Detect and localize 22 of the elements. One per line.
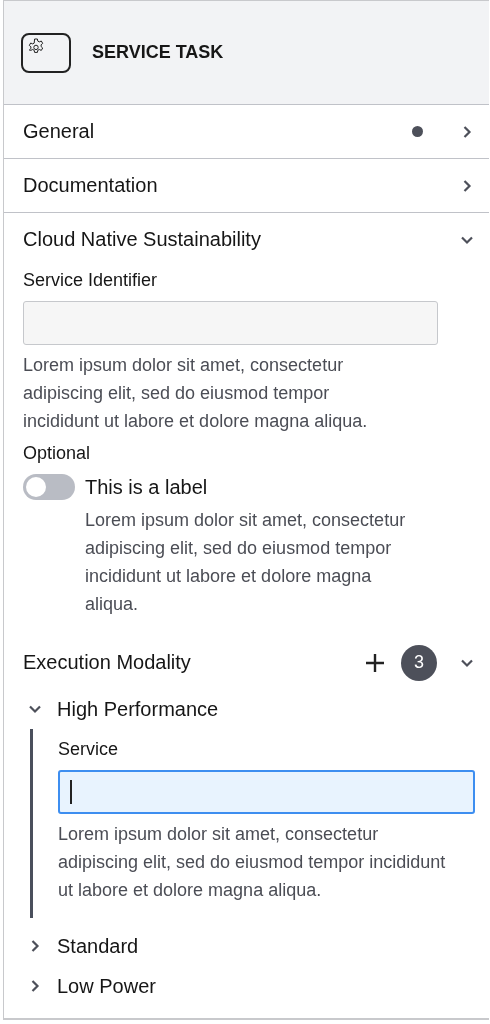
toggle-switch[interactable]	[23, 474, 75, 500]
list-item-title[interactable]: High Performance	[57, 697, 219, 721]
group-header[interactable]: General	[4, 105, 489, 159]
field-label: Service Identifier	[23, 270, 159, 291]
toggle-label: This is a label	[85, 475, 208, 499]
count-badge: 3	[401, 644, 437, 681]
toggle-description: Lorem ipsum dolor sit amet, consectetur adipiscing elit, sed do eiusmod tempor incididunt ut labore et dolore magna aliqua.	[85, 509, 407, 616]
list-item-title[interactable]: Standard	[57, 934, 139, 958]
group-header[interactable]: Documentation	[4, 159, 489, 213]
field-label: Optional	[23, 443, 92, 464]
field-description: Lorem ipsum dolor sit amet, consectetur adipiscing elit, sed do eiusmod tempor incididunt ut labore et dolore magna aliqua.	[23, 354, 369, 433]
group-header[interactable]: Execution Modality 3	[4, 636, 489, 689]
field-label: Service	[58, 739, 120, 760]
gear-icon	[27, 37, 45, 56]
text-cursor	[70, 780, 72, 804]
field-description: Lorem ipsum dolor sit amet, consectetur adipiscing elit, sed do eiusmod tempor incididunt ut labore et dolore magna aliqua.	[58, 823, 447, 902]
panel-title: SERVICE TASK	[92, 42, 224, 63]
group-header[interactable]: Cloud Native Sustainability	[4, 213, 489, 266]
text-field[interactable]	[58, 770, 475, 814]
add-icon[interactable]	[365, 652, 385, 673]
list-item-title[interactable]: Low Power	[57, 974, 156, 998]
text-field[interactable]	[23, 301, 438, 345]
